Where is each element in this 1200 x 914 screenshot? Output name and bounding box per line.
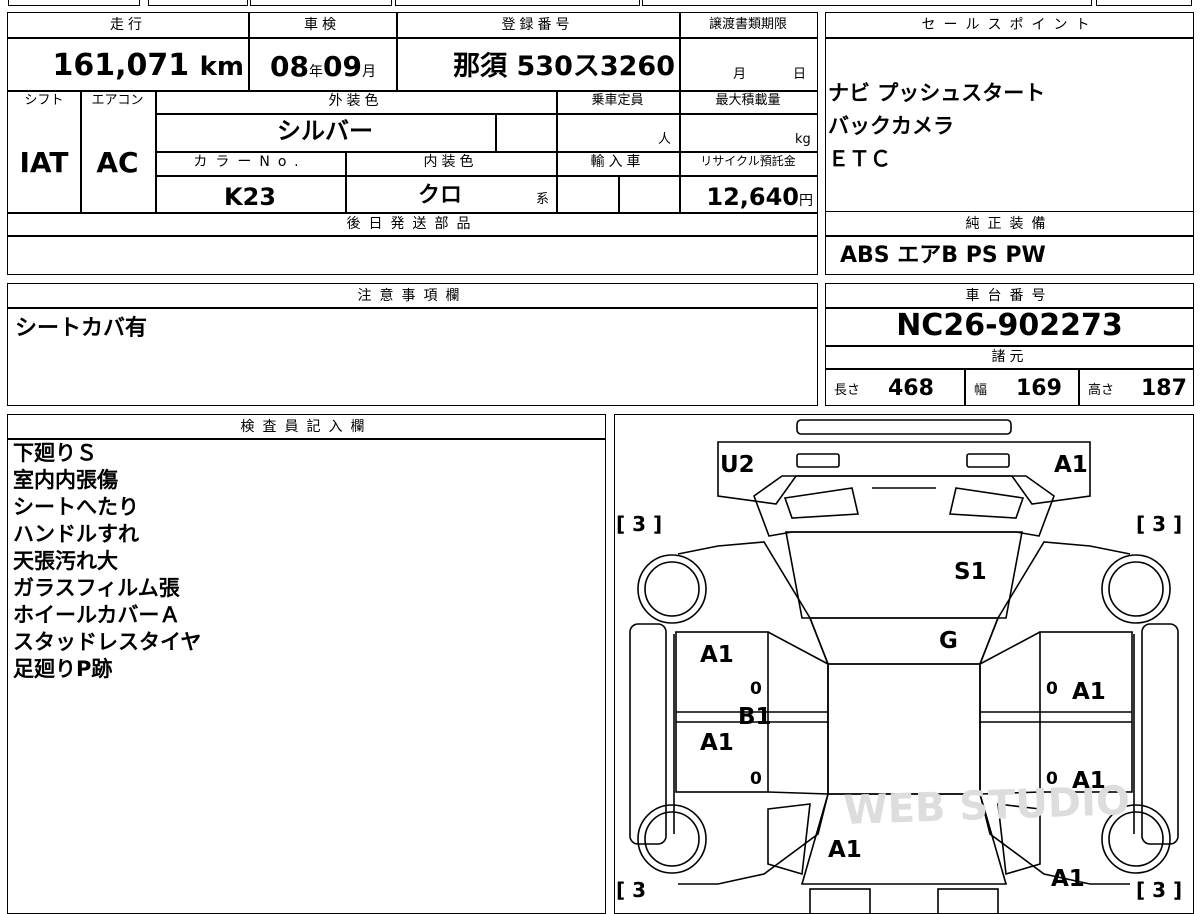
mark-left-rear-door: A1 [700, 730, 734, 756]
later-parts-label: 後日発送部品 [346, 216, 479, 232]
length-value: 468 [888, 376, 934, 401]
inspector-line: 足廻りP跡 [13, 657, 113, 681]
recycle-unit: 円 [799, 193, 813, 209]
shaken-label: 車検 [304, 17, 340, 33]
width-value: 169 [1016, 376, 1062, 401]
mark-left-front-door: A1 [700, 642, 734, 668]
length-label: 長さ [834, 383, 861, 398]
exterior-label: 外装色 [328, 93, 383, 109]
capacity-unit: 人 [658, 132, 672, 147]
width-label: 幅 [974, 383, 988, 398]
specs-label: 諸元 [991, 349, 1028, 365]
inspector-label: 検査員記入欄 [240, 419, 373, 435]
sales-points-label: セールスポイント [921, 17, 1098, 33]
ac-label: エアコン [91, 93, 144, 108]
colorno-label: カラーNo. [193, 154, 307, 170]
door-zero: 0 [750, 769, 762, 789]
genuine-equipment-box: 純正装備 ABS エアB PS PW [825, 211, 1194, 275]
mark-front-left: U2 [720, 452, 755, 478]
transfer-month-unit: 月 [733, 67, 747, 82]
recycle-value: 12,640円 [706, 183, 813, 211]
tire-label-front-right: [ 3 ] [1136, 512, 1182, 536]
vehicle-info-table: 走行 車検 登録番号 譲渡書類期限 161,071 km 08年09月 那須 5… [7, 12, 818, 275]
mileage-unit: km [199, 52, 244, 82]
genuine-equipment-value: ABS エアB PS PW [840, 243, 1046, 268]
shift-label: シフト [24, 93, 64, 108]
car-diagram-box: WEB STUDIO U2 A1 S1 G A1 B1 A1 A1 A1 A1 … [614, 414, 1194, 914]
transfer-label: 譲渡書類期限 [708, 17, 787, 32]
mark-left-pillar: B1 [738, 704, 772, 730]
tire-label-rear-left: [ 3 [616, 878, 646, 902]
inspector-box: 検査員記入欄 下廻りＳ 室内内張傷 シートへたり ハンドルすれ 天張汚れ大 ガラ… [7, 414, 606, 914]
mileage-value: 161,071 km [52, 48, 244, 83]
height-label: 高さ [1088, 383, 1115, 398]
inspector-line: 下廻りＳ [13, 441, 97, 465]
inspector-line: ガラスフィルム張 [13, 576, 180, 600]
transfer-day-unit: 日 [793, 67, 807, 82]
mark-glass: G [939, 628, 958, 654]
door-zero: 0 [1046, 769, 1058, 789]
height-value: 187 [1141, 376, 1187, 401]
import-label: 輸入車 [590, 154, 645, 170]
shaken-value: 08年09月 [270, 50, 376, 83]
inspector-line: ハンドルすれ [13, 522, 139, 546]
sales-point-line: ナビ プッシュスタート [828, 81, 1046, 105]
shift-value: IAT [19, 146, 69, 179]
inspector-line: ホイールカバーＡ [13, 603, 181, 627]
sales-point-line: ＥＴＣ [828, 147, 891, 171]
mark-rear-right: A1 [1051, 866, 1085, 892]
door-zero: 0 [750, 679, 762, 699]
door-zero: 0 [1046, 679, 1058, 699]
sales-point-line: バックカメラ [828, 114, 954, 138]
mark-rear-center: A1 [828, 837, 862, 863]
inspector-line: 室内内張傷 [13, 468, 118, 492]
maxload-unit: kg [795, 132, 811, 147]
notes-label: 注意事項欄 [357, 288, 468, 304]
mark-right-rear-door: A1 [1072, 768, 1106, 794]
exterior-value: シルバー [277, 117, 373, 145]
mark-right-front-door: A1 [1072, 679, 1106, 705]
reg-label: 登録番号 [501, 17, 574, 33]
recycle-label: リサイクル預託金 [700, 154, 796, 168]
sales-points-box: セールスポイント ナビ プッシュスタート バックカメラ ＥＴＣ [825, 12, 1194, 212]
mark-windshield: S1 [954, 559, 987, 585]
inspector-line: スタッドレスタイヤ [13, 630, 202, 654]
tire-label-front-left: [ 3 ] [616, 512, 662, 536]
chassis-label: 車台番号 [965, 288, 1054, 304]
chassis-box: 車台番号 NC26-902273 諸元 長さ 468 幅 169 高さ 187 [825, 283, 1194, 406]
capacity-label: 乗車定員 [591, 93, 644, 108]
chassis-value: NC26-902273 [896, 308, 1123, 343]
mark-front-right: A1 [1054, 452, 1088, 478]
genuine-equipment-label: 純正装備 [965, 216, 1054, 232]
ac-value: AC [96, 146, 139, 179]
inspector-line: 天張汚れ大 [13, 549, 118, 573]
car-diagram: WEB STUDIO U2 A1 S1 G A1 B1 A1 A1 A1 A1 … [616, 418, 1182, 913]
colorno-value: K23 [224, 183, 276, 211]
interior-unit: 系 [536, 192, 550, 207]
reg-value: 那須 530ス3260 [453, 51, 675, 82]
interior-label: 内装色 [423, 154, 478, 170]
mileage-label: 走行 [110, 17, 146, 33]
inspector-line: シートへたり [13, 495, 139, 519]
maxload-label: 最大積載量 [715, 93, 781, 108]
tire-label-rear-right: [ 3 ] [1136, 878, 1182, 902]
interior-value: クロ [417, 183, 462, 208]
notes-box: 注意事項欄 シートカバ有 [7, 283, 818, 406]
notes-value: シートカバ有 [15, 316, 148, 341]
